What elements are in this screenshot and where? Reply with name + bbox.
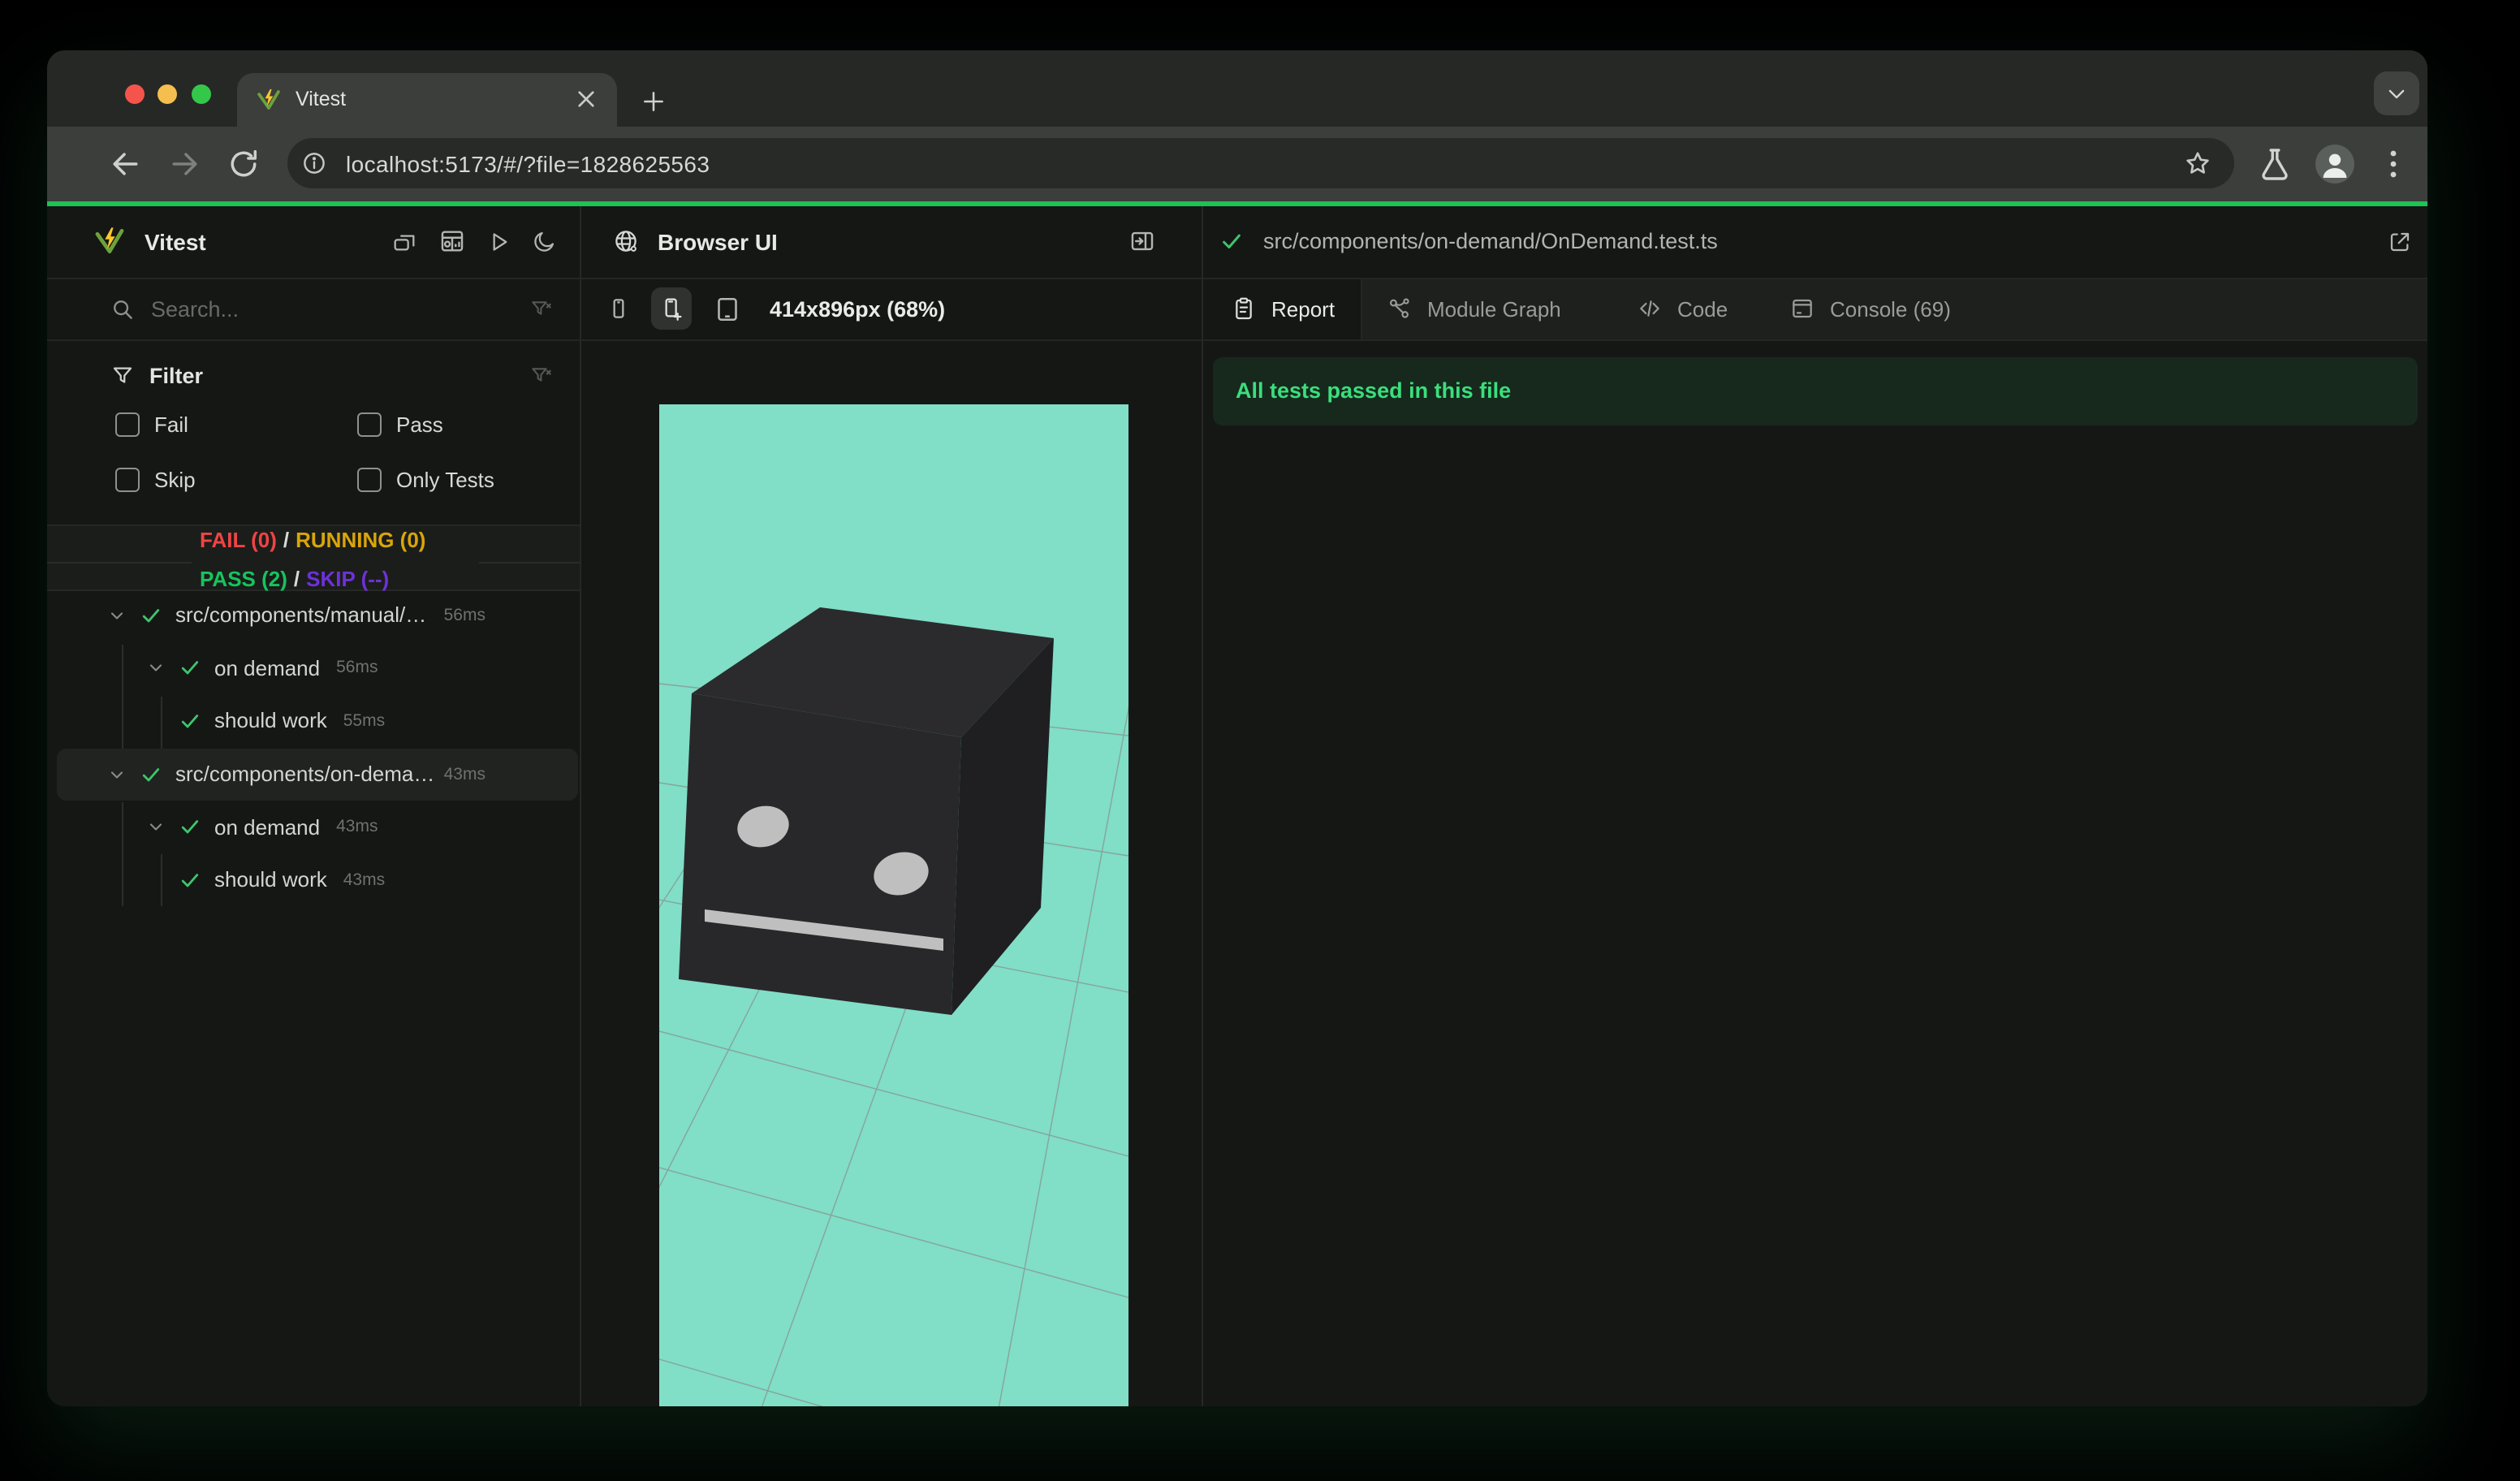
dashboard-icon[interactable]: [438, 227, 466, 255]
device-tablet-icon[interactable]: [713, 291, 742, 326]
chevron-down-icon[interactable]: [107, 606, 127, 625]
test-case-row[interactable]: should work 43ms: [47, 853, 580, 906]
browser-window: Vitest localhost:5173/#/?file=1828625563…: [47, 50, 2427, 1406]
clear-filter-icon[interactable]: [529, 363, 554, 387]
device-phone-small-icon[interactable]: [606, 292, 632, 325]
app-title: Vitest: [145, 228, 206, 254]
filter-option-skip[interactable]: Skip: [115, 467, 196, 491]
threejs-scene: [658, 607, 1128, 1406]
dark-mode-moon-icon[interactable]: [531, 228, 557, 254]
new-tab-button[interactable]: [632, 80, 674, 122]
fail-count: FAIL (0): [200, 527, 277, 551]
device-phone-plus-icon: [658, 292, 684, 325]
collapse-tests-icon[interactable]: [391, 228, 417, 254]
chevron-down-icon[interactable]: [146, 818, 166, 837]
tab-module-graph[interactable]: Module Graph: [1387, 278, 1561, 339]
tab-strip: Vitest: [47, 50, 2427, 126]
profile-avatar[interactable]: [2315, 144, 2354, 183]
screen: Vitest localhost:5173/#/?file=1828625563…: [0, 0, 2520, 1481]
report-panel: src/components/on-demand/OnDemand.test.t…: [1203, 205, 2427, 1406]
browser-toolbar: localhost:5173/#/?file=1828625563: [47, 126, 2427, 201]
search-icon: [110, 296, 135, 321]
chevron-down-icon[interactable]: [107, 765, 127, 784]
test-progress-bar: [47, 201, 2427, 205]
browser-tab[interactable]: Vitest: [237, 73, 617, 126]
filter-option-only-tests[interactable]: Only Tests: [357, 467, 494, 491]
pass-count: PASS (2): [200, 566, 287, 590]
test-file-row-selected[interactable]: src/components/on-dema… 43ms: [47, 748, 580, 801]
back-icon[interactable]: [107, 145, 143, 181]
address-bar[interactable]: localhost:5173/#/?file=1828625563: [287, 138, 2234, 188]
site-info-icon[interactable]: [300, 149, 328, 177]
pass-check-icon: [179, 710, 201, 732]
test-summary: FAIL (0) / RUNNING (0) PASS (2) / SKIP (--): [47, 524, 580, 590]
divider: [479, 561, 580, 563]
module-graph-icon: [1387, 296, 1413, 322]
skip-count: SKIP (--): [306, 566, 390, 590]
checkbox[interactable]: [115, 412, 140, 436]
console-icon: [1789, 296, 1815, 322]
search-bar[interactable]: Search...: [47, 278, 580, 340]
test-file-row[interactable]: src/components/manual/… 56ms: [47, 589, 580, 641]
checkbox[interactable]: [357, 467, 382, 491]
browser-ui-panel: Browser UI 414x896px (68%): [581, 205, 1203, 1406]
test-case-row[interactable]: should work 55ms: [47, 694, 580, 747]
url-text: localhost:5173/#/?file=1828625563: [346, 150, 710, 176]
chevron-down-icon[interactable]: [146, 658, 166, 678]
tab-title: Vitest: [296, 88, 347, 111]
checkbox[interactable]: [357, 412, 382, 436]
experiments-flask-icon[interactable]: [2255, 144, 2294, 183]
clear-filter-icon[interactable]: [529, 296, 554, 321]
all-tests-passed-banner: All tests passed in this file: [1213, 356, 2417, 425]
pass-check-icon: [179, 816, 201, 839]
clipboard-icon: [1231, 296, 1257, 322]
pass-check-icon: [179, 657, 201, 680]
close-tab-icon[interactable]: [572, 85, 601, 114]
open-panel-right-icon[interactable]: [1128, 227, 1156, 255]
tab-code[interactable]: Code: [1637, 278, 1728, 339]
robot-cube: [678, 607, 1053, 1014]
running-count: RUNNING (0): [296, 527, 426, 551]
external-link-icon[interactable]: [2387, 228, 2413, 254]
filter-option-pass[interactable]: Pass: [357, 412, 443, 436]
viewport-size-label: 414x896px (68%): [770, 296, 946, 321]
test-file-path: src/components/on-demand/OnDemand.test.t…: [1263, 229, 1718, 253]
code-icon: [1637, 296, 1663, 322]
browser-menu-icon[interactable]: [2374, 144, 2413, 183]
file-pass-check-icon: [1219, 229, 1244, 253]
tab-search-button[interactable]: [2374, 71, 2419, 115]
test-suite-row[interactable]: on demand 56ms: [47, 641, 580, 694]
pass-check-icon: [179, 869, 201, 892]
preview-iframe[interactable]: [658, 404, 1128, 1406]
vitest-ui: Vitest Search... Filter Fail Pass Skip O…: [47, 205, 2427, 1406]
vitest-logo-icon: [94, 226, 125, 257]
globe-icon: [612, 227, 640, 255]
banner-text: All tests passed in this file: [1236, 378, 1512, 403]
panel-title: Browser UI: [658, 228, 778, 254]
vitest-favicon: [257, 87, 281, 112]
sidebar: Vitest Search... Filter Fail Pass Skip O…: [47, 205, 581, 1406]
minimize-window-button[interactable]: [158, 84, 177, 104]
filter-title: Filter: [149, 363, 204, 387]
search-input[interactable]: Search...: [151, 296, 529, 321]
checkbox[interactable]: [115, 467, 140, 491]
test-tree: src/components/manual/… 56ms on demand 5…: [47, 589, 580, 1406]
filter-funnel-icon: [110, 363, 135, 387]
tab-report[interactable]: Report: [1203, 278, 1362, 339]
forward-icon[interactable]: [166, 145, 202, 181]
pass-check-icon: [140, 604, 162, 627]
divider: [47, 561, 192, 563]
test-suite-row[interactable]: on demand 43ms: [47, 801, 580, 853]
device-phone-selected-button[interactable]: [651, 287, 692, 330]
maximize-window-button[interactable]: [191, 84, 210, 104]
run-all-icon[interactable]: [485, 228, 511, 254]
report-tab-bar: Report Module Graph Code Console (69): [1203, 278, 2427, 340]
tab-console[interactable]: Console (69): [1789, 278, 1951, 339]
bookmark-star-icon[interactable]: [2182, 148, 2213, 179]
filter-option-fail[interactable]: Fail: [115, 412, 188, 436]
filter-section: Filter Fail Pass Skip Only Tests: [47, 340, 580, 524]
reload-icon[interactable]: [226, 145, 261, 181]
close-window-button[interactable]: [124, 84, 144, 104]
pass-check-icon: [140, 763, 162, 786]
